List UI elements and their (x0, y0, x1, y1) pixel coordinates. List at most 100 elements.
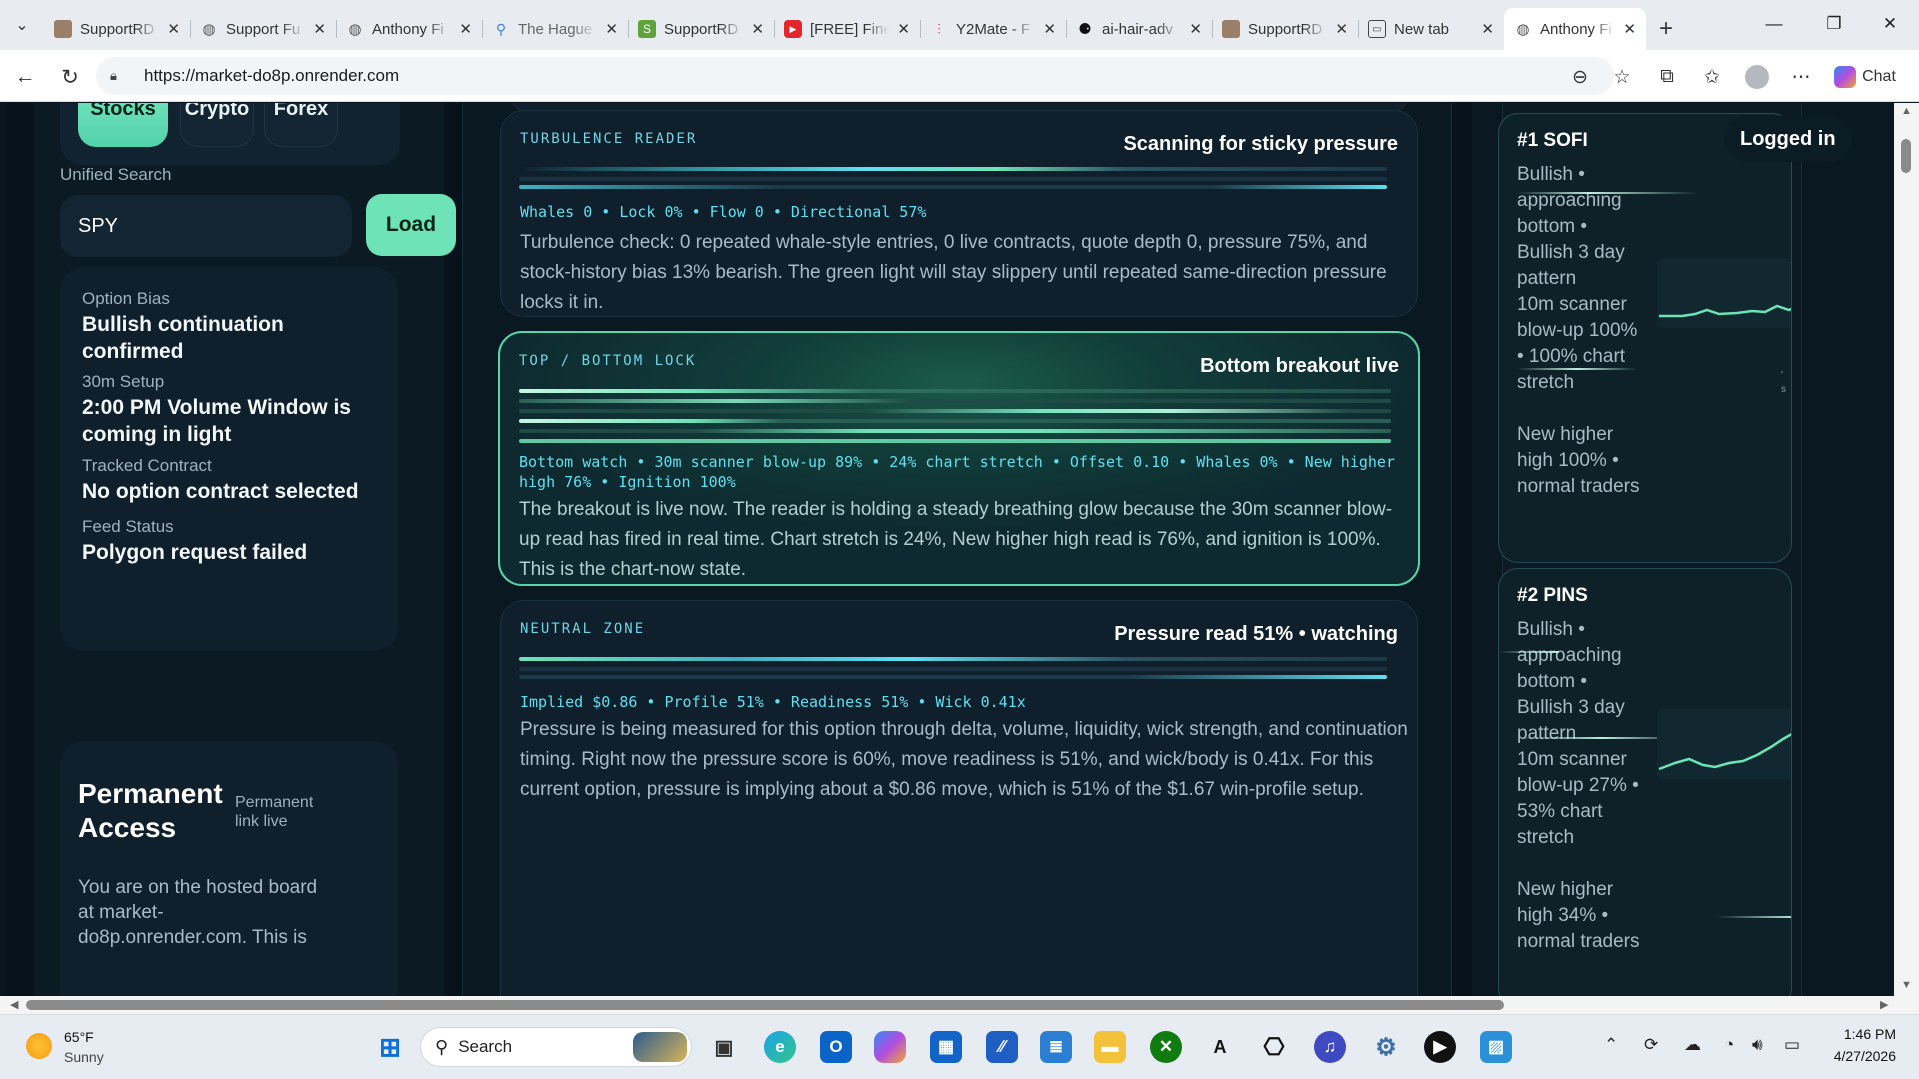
browser-tab[interactable]: SupportRD ✕ (44, 8, 190, 50)
item-scanner: 10m scanner blow-up 100% • 100% chart st… (1517, 294, 1638, 393)
browser-tab[interactable]: ▶ [FREE] Fine ✕ (774, 8, 920, 50)
browser-tab[interactable]: SupportRD ✕ (1212, 8, 1358, 50)
audio-app-icon[interactable]: ♫ (1314, 1031, 1346, 1063)
volume-icon[interactable]: 🔊︎ (1752, 1035, 1763, 1055)
show-hidden-icons[interactable]: ⌃ (1604, 1035, 1618, 1055)
tab-actions-button[interactable]: ⌄ (0, 0, 44, 50)
close-icon[interactable]: ✕ (1623, 20, 1636, 38)
browser-tab-active[interactable]: ◍ Anthony Fi ✕ (1504, 8, 1646, 50)
new-tab-button[interactable]: + (1646, 8, 1686, 50)
setup-label: 30m Setup (82, 372, 165, 391)
glow-line (1517, 192, 1697, 194)
profile-avatar[interactable] (1742, 62, 1772, 92)
font-app-icon[interactable]: A (1204, 1031, 1236, 1063)
signal-track (519, 177, 1387, 181)
outlook-icon[interactable]: O (820, 1031, 852, 1063)
y2mate-icon: ⫶ (937, 20, 941, 37)
minimize-button[interactable]: — (1745, 0, 1803, 48)
store-icon[interactable]: ▦ (930, 1031, 962, 1063)
lock-icon: 🔒︎ (110, 68, 117, 83)
photos-icon[interactable]: ▨ (1480, 1031, 1512, 1063)
close-icon[interactable]: ✕ (1335, 20, 1348, 38)
shopify-icon: S (638, 20, 656, 38)
url-field[interactable]: 🔒︎ https://market-do8p.onrender.com (96, 57, 1614, 95)
battery-icon[interactable]: ▭ (1784, 1035, 1800, 1055)
browser-tab[interactable]: S SupportRD ✕ (628, 8, 774, 50)
settings-gear-icon[interactable]: ⚙ (1370, 1031, 1402, 1063)
item-higher-high: New higher high 100% • normal traders (1517, 424, 1640, 497)
cloud-off-icon[interactable]: ☁ (1684, 1035, 1701, 1055)
notepad-icon[interactable]: ≣ (1040, 1031, 1072, 1063)
browser-tab[interactable]: ◍ Anthony Fi ✕ (336, 8, 482, 50)
scroll-thumb[interactable] (1901, 139, 1911, 173)
weather-temp[interactable]: 65°F (64, 1029, 94, 1045)
close-icon[interactable]: ✕ (1043, 20, 1056, 38)
browser-tab[interactable]: ▭ New tab ✕ (1358, 8, 1504, 50)
chatgpt-icon[interactable]: ⎔ (1258, 1031, 1290, 1063)
signal-track (519, 185, 1387, 189)
search-input[interactable]: SPY (60, 195, 352, 257)
close-icon[interactable]: ✕ (1189, 20, 1202, 38)
load-button[interactable]: Load (366, 194, 456, 256)
close-icon[interactable]: ✕ (167, 20, 180, 38)
vertical-scrollbar[interactable]: ▲ ▼ (1894, 103, 1919, 996)
signal-track (519, 667, 1387, 671)
maximize-button[interactable]: ❐ (1805, 0, 1863, 48)
close-icon[interactable]: ✕ (751, 20, 764, 38)
xbox-icon[interactable]: ✕ (1150, 1031, 1182, 1063)
setup-value: 2:00 PM Volume Window is coming in light (82, 396, 351, 446)
media-player-icon[interactable]: ▶ (1424, 1031, 1456, 1063)
sun-icon (26, 1033, 52, 1059)
favorite-star-icon[interactable]: ☆ (1607, 62, 1637, 92)
close-icon[interactable]: ✕ (313, 20, 326, 38)
signal-track (519, 399, 1391, 403)
copilot-chat-button[interactable]: Chat (1832, 62, 1898, 92)
sync-icon[interactable]: ⟳ (1644, 1035, 1658, 1055)
watchlist-item[interactable]: #1 SOFI Bullish • approaching bottom • B… (1498, 113, 1792, 563)
watchlist-panel: #1 SOFI Bullish • approaching bottom • B… (1472, 103, 1893, 996)
favorites-icon[interactable]: ✩ (1697, 62, 1727, 92)
ticker-title: #2 PINS (1517, 585, 1588, 606)
refresh-button[interactable]: ↻ (55, 62, 85, 92)
clock-date[interactable]: 4/27/2026 (1820, 1048, 1896, 1064)
left-panel: Stocks Crypto Forex Unified Search SPY L… (34, 103, 456, 996)
reader-icon[interactable]: ⊖ (1565, 62, 1595, 92)
file-explorer-icon[interactable]: ▬ (1094, 1031, 1126, 1063)
close-icon[interactable]: ✕ (605, 20, 618, 38)
back-button[interactable]: ← (10, 62, 40, 92)
close-icon[interactable]: ✕ (897, 20, 910, 38)
browser-tab[interactable]: ⫶ Y2Mate - F ✕ (920, 8, 1066, 50)
globe-icon: ◍ (202, 21, 216, 38)
market-tab-crypto[interactable]: Crypto (180, 103, 254, 147)
top-bottom-lock-card: TOP / BOTTOM LOCK Bottom breakout live B… (498, 331, 1420, 586)
copilot-icon[interactable] (874, 1031, 906, 1063)
weather-condition[interactable]: Sunny (64, 1049, 104, 1065)
browser-tab[interactable]: ◍ Support Fu ✕ (190, 8, 336, 50)
browser-tab[interactable]: ⚲ The Hague ✕ (482, 8, 628, 50)
signal-track (519, 429, 1391, 433)
extensions-icon[interactable]: ⧉ (1652, 62, 1682, 92)
watchlist-item[interactable]: #2 PINS Bullish • approaching bottom • B… (1498, 568, 1792, 996)
close-icon[interactable]: ✕ (459, 20, 472, 38)
close-window-button[interactable]: ✕ (1861, 0, 1919, 48)
horizontal-scrollbar[interactable]: ◀ ▶ (0, 996, 1919, 1014)
app-icon[interactable]: ∕∕ (986, 1031, 1018, 1063)
permanent-body: You are on the hosted board at market-do… (78, 877, 318, 948)
market-tab-forex[interactable]: Forex (264, 103, 338, 147)
more-menu-icon[interactable]: ⋯ (1786, 62, 1816, 92)
taskbar-search[interactable]: ⚲ Search (420, 1027, 692, 1067)
clock-time[interactable]: 1:46 PM (1820, 1026, 1896, 1042)
close-icon[interactable]: ✕ (1481, 20, 1494, 38)
feed-status-value: Polygon request failed (82, 541, 308, 564)
browser-tab[interactable]: ⚈ ai-hair-adv ✕ (1066, 8, 1212, 50)
new-tab-page-icon: ▭ (1368, 20, 1386, 38)
market-tab-stocks[interactable]: Stocks (78, 103, 168, 147)
scroll-thumb[interactable] (26, 1000, 1504, 1010)
task-view-icon[interactable]: ▣ (708, 1031, 740, 1063)
edge-browser-icon[interactable]: e (764, 1031, 796, 1063)
wifi-icon[interactable]: ◔ (1724, 1035, 1734, 1055)
neutral-zone-card: NEUTRAL ZONE Pressure read 51% • watchin… (500, 600, 1418, 996)
feed-status-label: Feed Status (82, 517, 174, 536)
permanent-title: Permanent Access (78, 778, 223, 843)
windows-start-icon[interactable]: ⊞ (374, 1031, 406, 1063)
